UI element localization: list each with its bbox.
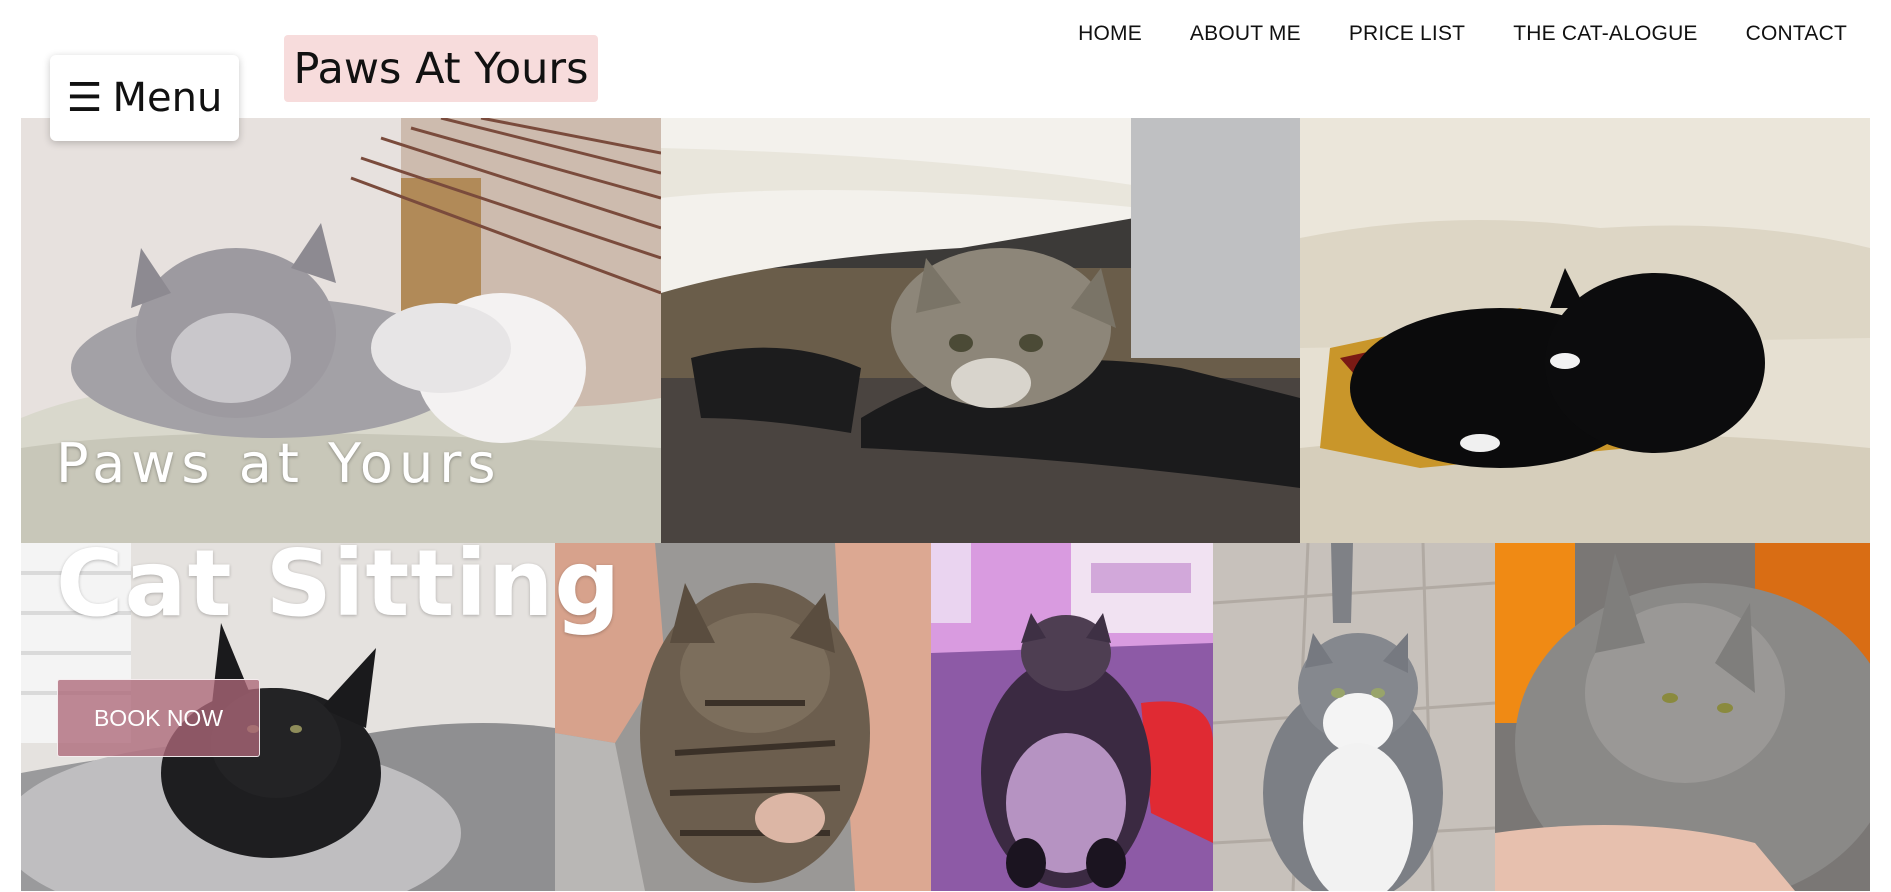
black-cats-on-sofa-photo xyxy=(1300,118,1870,543)
nav-about-me[interactable]: ABOUT ME xyxy=(1190,22,1301,46)
nav-price-list[interactable]: PRICE LIST xyxy=(1349,22,1465,46)
nav-home[interactable]: HOME xyxy=(1078,22,1142,46)
hero-subtitle: Paws at Yours xyxy=(56,432,502,495)
top-navigation: HOME ABOUT ME PRICE LIST THE CAT-ALOGUE … xyxy=(1078,20,1847,48)
menu-button[interactable]: ☰ Menu xyxy=(50,55,239,141)
nav-cat-alogue[interactable]: THE CAT-ALOGUE xyxy=(1513,22,1697,46)
site-brand[interactable]: Paws At Yours xyxy=(284,35,598,102)
menu-label: Menu xyxy=(112,75,223,121)
hero-title: Cat Sitting xyxy=(56,530,622,637)
hamburger-icon: ☰ xyxy=(66,75,103,121)
grey-cat-held-photo xyxy=(1495,543,1870,891)
nav-contact[interactable]: CONTACT xyxy=(1746,22,1847,46)
grey-white-cat-standing-photo xyxy=(1213,543,1495,891)
book-now-button[interactable]: BOOK NOW xyxy=(57,679,260,757)
grey-cat-under-table-photo xyxy=(661,118,1300,543)
cat-on-purple-rug-photo xyxy=(931,543,1213,891)
